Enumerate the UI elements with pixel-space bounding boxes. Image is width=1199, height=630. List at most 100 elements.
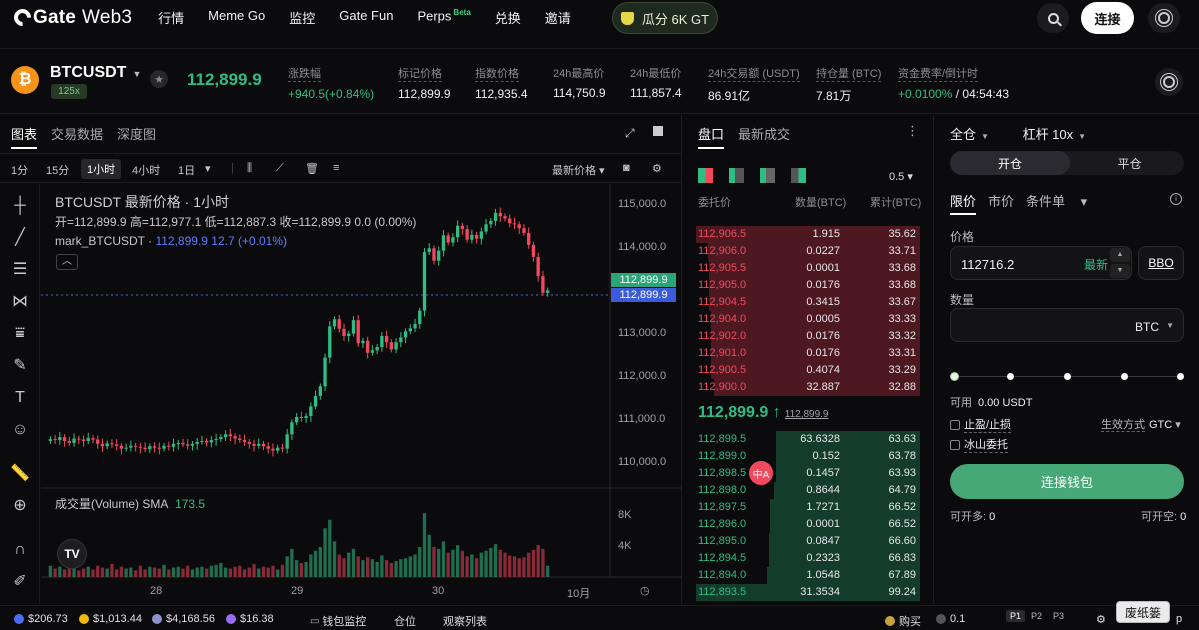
asset-balance[interactable]: $16.38 (226, 613, 274, 625)
order-book-row[interactable]: 112,898.0 0.8644 64.79 (694, 482, 920, 499)
nav-item-swap[interactable]: 兑换 (495, 8, 521, 27)
gear-icon (1158, 12, 1170, 24)
stat-label: 指数价格 (475, 65, 519, 82)
translate-icon[interactable]: 中A (749, 461, 773, 485)
slider-stop-25[interactable] (1007, 373, 1014, 380)
order-book-row[interactable]: 112,896.0 0.0001 66.52 (694, 516, 920, 533)
open-position-tab[interactable]: 开仓 (950, 151, 1070, 175)
wallet-monitor-link[interactable]: ▭ 钱包监控 (310, 613, 366, 629)
candle (517, 224, 521, 229)
tab-limit[interactable]: 限价 (950, 194, 977, 215)
order-book-row[interactable]: 112,906.0 0.0227 33.71 (694, 243, 920, 260)
order-book-row[interactable]: 112,895.0 0.0847 66.60 (694, 533, 920, 550)
nav-item-invite[interactable]: 邀请 (545, 8, 571, 27)
favorite-star-icon[interactable]: ★ (150, 70, 168, 88)
margin-mode-select[interactable]: 全仓 ▼ (950, 127, 989, 142)
slider-stop-50[interactable] (1064, 373, 1071, 380)
slider-stop-0[interactable] (950, 372, 959, 381)
ticker-settings-button[interactable] (1155, 68, 1183, 96)
order-book-row[interactable]: 112,893.5 31.3534 99.24 (694, 584, 920, 601)
bbo-button[interactable]: BBO (1138, 246, 1184, 280)
quantity-unit[interactable]: BTC (1135, 320, 1159, 334)
nav-item-meme-go[interactable]: Meme Go (208, 8, 265, 27)
order-book-row[interactable]: 112,902.0 0.0176 33.32 (694, 328, 920, 345)
promo-button[interactable]: 瓜分 6K GT (612, 2, 718, 34)
mid-price[interactable]: 112,899.9 ↑ 112,899.9 (698, 404, 829, 422)
tab-recent-trades[interactable]: 最新成交 (738, 124, 790, 149)
tab-order-book[interactable]: 盘口 (698, 124, 725, 149)
chevron-down-icon[interactable]: ▼ (1110, 264, 1130, 278)
volume-bar (323, 528, 327, 577)
more-icon[interactable]: ⋮ (906, 123, 919, 139)
chart-legend-title: BTCUSDT 最新价格 · 1小时 (55, 194, 229, 210)
candle (110, 443, 114, 445)
slider-stop-100[interactable] (1177, 373, 1184, 380)
positions-link[interactable]: 仓位 (394, 613, 416, 629)
quantity-slider[interactable] (950, 371, 1184, 383)
order-book-row[interactable]: 112,904.0 0.0005 33.33 (694, 311, 920, 328)
order-book-row[interactable]: 112,900.0 32.887 32.88 (694, 379, 920, 396)
price-input[interactable]: 112716.2 最新 (950, 246, 1132, 280)
tradingview-logo[interactable]: TV (57, 539, 87, 569)
tab-conditional[interactable]: 条件单 ▾ (1026, 194, 1087, 209)
quick-buy[interactable]: 购买 (885, 613, 921, 629)
asset-balance[interactable]: $4,168.56 (152, 613, 215, 625)
time-zone-icon[interactable]: ◷ (640, 584, 650, 597)
latest-price-button[interactable]: 最新 (1084, 256, 1108, 273)
slider-stop-75[interactable] (1121, 373, 1128, 380)
settings-button[interactable] (1148, 3, 1180, 33)
order-book-row[interactable]: 112,905.5 0.0001 33.68 (694, 260, 920, 277)
pair-name: BTCUSDT (50, 64, 127, 81)
order-book-row[interactable]: 112,897.5 1.7271 66.52 (694, 499, 920, 516)
nav-item-gate-fun[interactable]: Gate Fun (339, 8, 393, 27)
view-bids-icon[interactable] (729, 168, 744, 183)
buy-amount[interactable]: 0.1 (936, 613, 965, 625)
order-book-row[interactable]: 112,894.0 1.0548 67.89 (694, 567, 920, 584)
order-book-row[interactable]: 112,899.0 0.152 63.78 (694, 448, 920, 465)
view-asks-icon[interactable] (760, 168, 775, 183)
candle (133, 445, 138, 447)
tab-market[interactable]: 市价 (988, 194, 1014, 209)
gate-web3-logo[interactable]: Gate Web3 (10, 5, 132, 30)
leverage-select[interactable]: 杠杆 10x ▼ (1023, 127, 1087, 142)
close-position-tab[interactable]: 平仓 (1075, 151, 1184, 175)
trash-popup[interactable]: 废纸篓 (1116, 601, 1170, 623)
volume-bar (133, 570, 138, 577)
connect-button[interactable]: 连接 (1081, 2, 1134, 34)
view-depth-icon[interactable] (791, 168, 806, 183)
watchlist-link[interactable]: 观察列表 (443, 613, 487, 629)
order-book-row[interactable]: 112,904.5 0.3415 33.67 (694, 294, 920, 311)
order-book-row[interactable]: 112,894.5 0.2323 66.83 (694, 550, 920, 567)
chevron-up-icon[interactable]: ︿ (56, 254, 78, 270)
quantity-input[interactable]: BTC ▼ (950, 308, 1184, 342)
connect-wallet-button[interactable]: 连接钱包 (950, 464, 1184, 499)
preset-p3[interactable]: P3 (1053, 611, 1064, 621)
order-book-row[interactable]: 112,905.0 0.0176 33.68 (694, 277, 920, 294)
order-book-row[interactable]: 112,899.5 63.6328 63.63 (694, 431, 920, 448)
precision-select[interactable]: 0.5 ▾ (889, 170, 913, 183)
search-button[interactable] (1037, 3, 1069, 33)
nav-item-market[interactable]: 行情 (158, 8, 184, 27)
view-both-icon[interactable] (698, 168, 713, 183)
order-book-row[interactable]: 112,906.5 1.915 35.62 (694, 226, 920, 243)
settings-icon[interactable]: ⚙ (1096, 613, 1106, 626)
order-book-row[interactable]: 112,900.5 0.4074 33.29 (694, 362, 920, 379)
chevron-up-icon[interactable]: ▲ (1110, 248, 1130, 262)
nav-item-monitor[interactable]: 监控 (289, 8, 315, 27)
preset-p2[interactable]: P2 (1031, 611, 1042, 621)
info-icon[interactable]: i (1170, 193, 1182, 205)
order-book-row[interactable]: 112,901.0 0.0176 33.31 (694, 345, 920, 362)
nav-item-perps[interactable]: Perps Beta (417, 8, 470, 27)
tpsl-checkbox[interactable]: 止盈/止损 (950, 416, 1012, 433)
price-chart[interactable] (0, 115, 682, 604)
order-book-row[interactable]: 112,898.5 0.1457 63.93 (694, 465, 920, 482)
asset-balance[interactable]: $206.73 (14, 613, 68, 625)
price-stepper[interactable]: ▲ ▼ (1110, 248, 1130, 278)
candle (446, 235, 450, 243)
order-book: 盘口 最新成交 ⋮ 0.5 ▾ 委托价 数量(BTC) 累计(BTC) 112,… (684, 115, 934, 604)
asset-balance[interactable]: $1,013.44 (79, 613, 142, 625)
preset-p1[interactable]: P1 (1006, 610, 1026, 622)
iceberg-checkbox[interactable]: 冰山委托 (950, 436, 1008, 453)
pair-selector[interactable]: BTCUSDT ▼ (50, 64, 141, 82)
time-in-force-select[interactable]: 生效方式 GTC ▾ (1101, 416, 1181, 432)
